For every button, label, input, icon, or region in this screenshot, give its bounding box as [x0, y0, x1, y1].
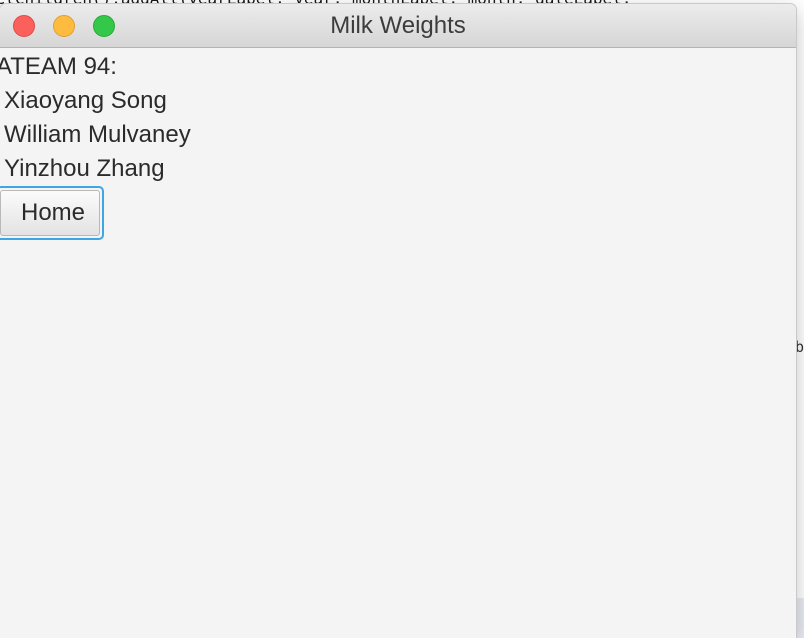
window-titlebar[interactable]: Milk Weights — [0, 4, 796, 48]
home-button[interactable]: Home — [0, 186, 104, 240]
team-heading: ATEAM 94: — [0, 53, 117, 80]
team-member: Yinzhou Zhang — [4, 155, 165, 182]
main-content: ATEAM 94: Xiaoyang Song William Mulvaney… — [0, 48, 796, 638]
background-editor-edge — [796, 0, 804, 638]
window-title: Milk Weights — [330, 12, 466, 39]
home-button-label: Home — [0, 190, 100, 236]
background-edge-char: b — [795, 338, 804, 356]
team-member: Xiaoyang Song — [4, 87, 167, 114]
team-member: William Mulvaney — [4, 121, 191, 148]
app-window: Milk Weights ATEAM 94: Xiaoyang Song Wil… — [0, 4, 796, 638]
background-edge-panel — [796, 598, 804, 638]
